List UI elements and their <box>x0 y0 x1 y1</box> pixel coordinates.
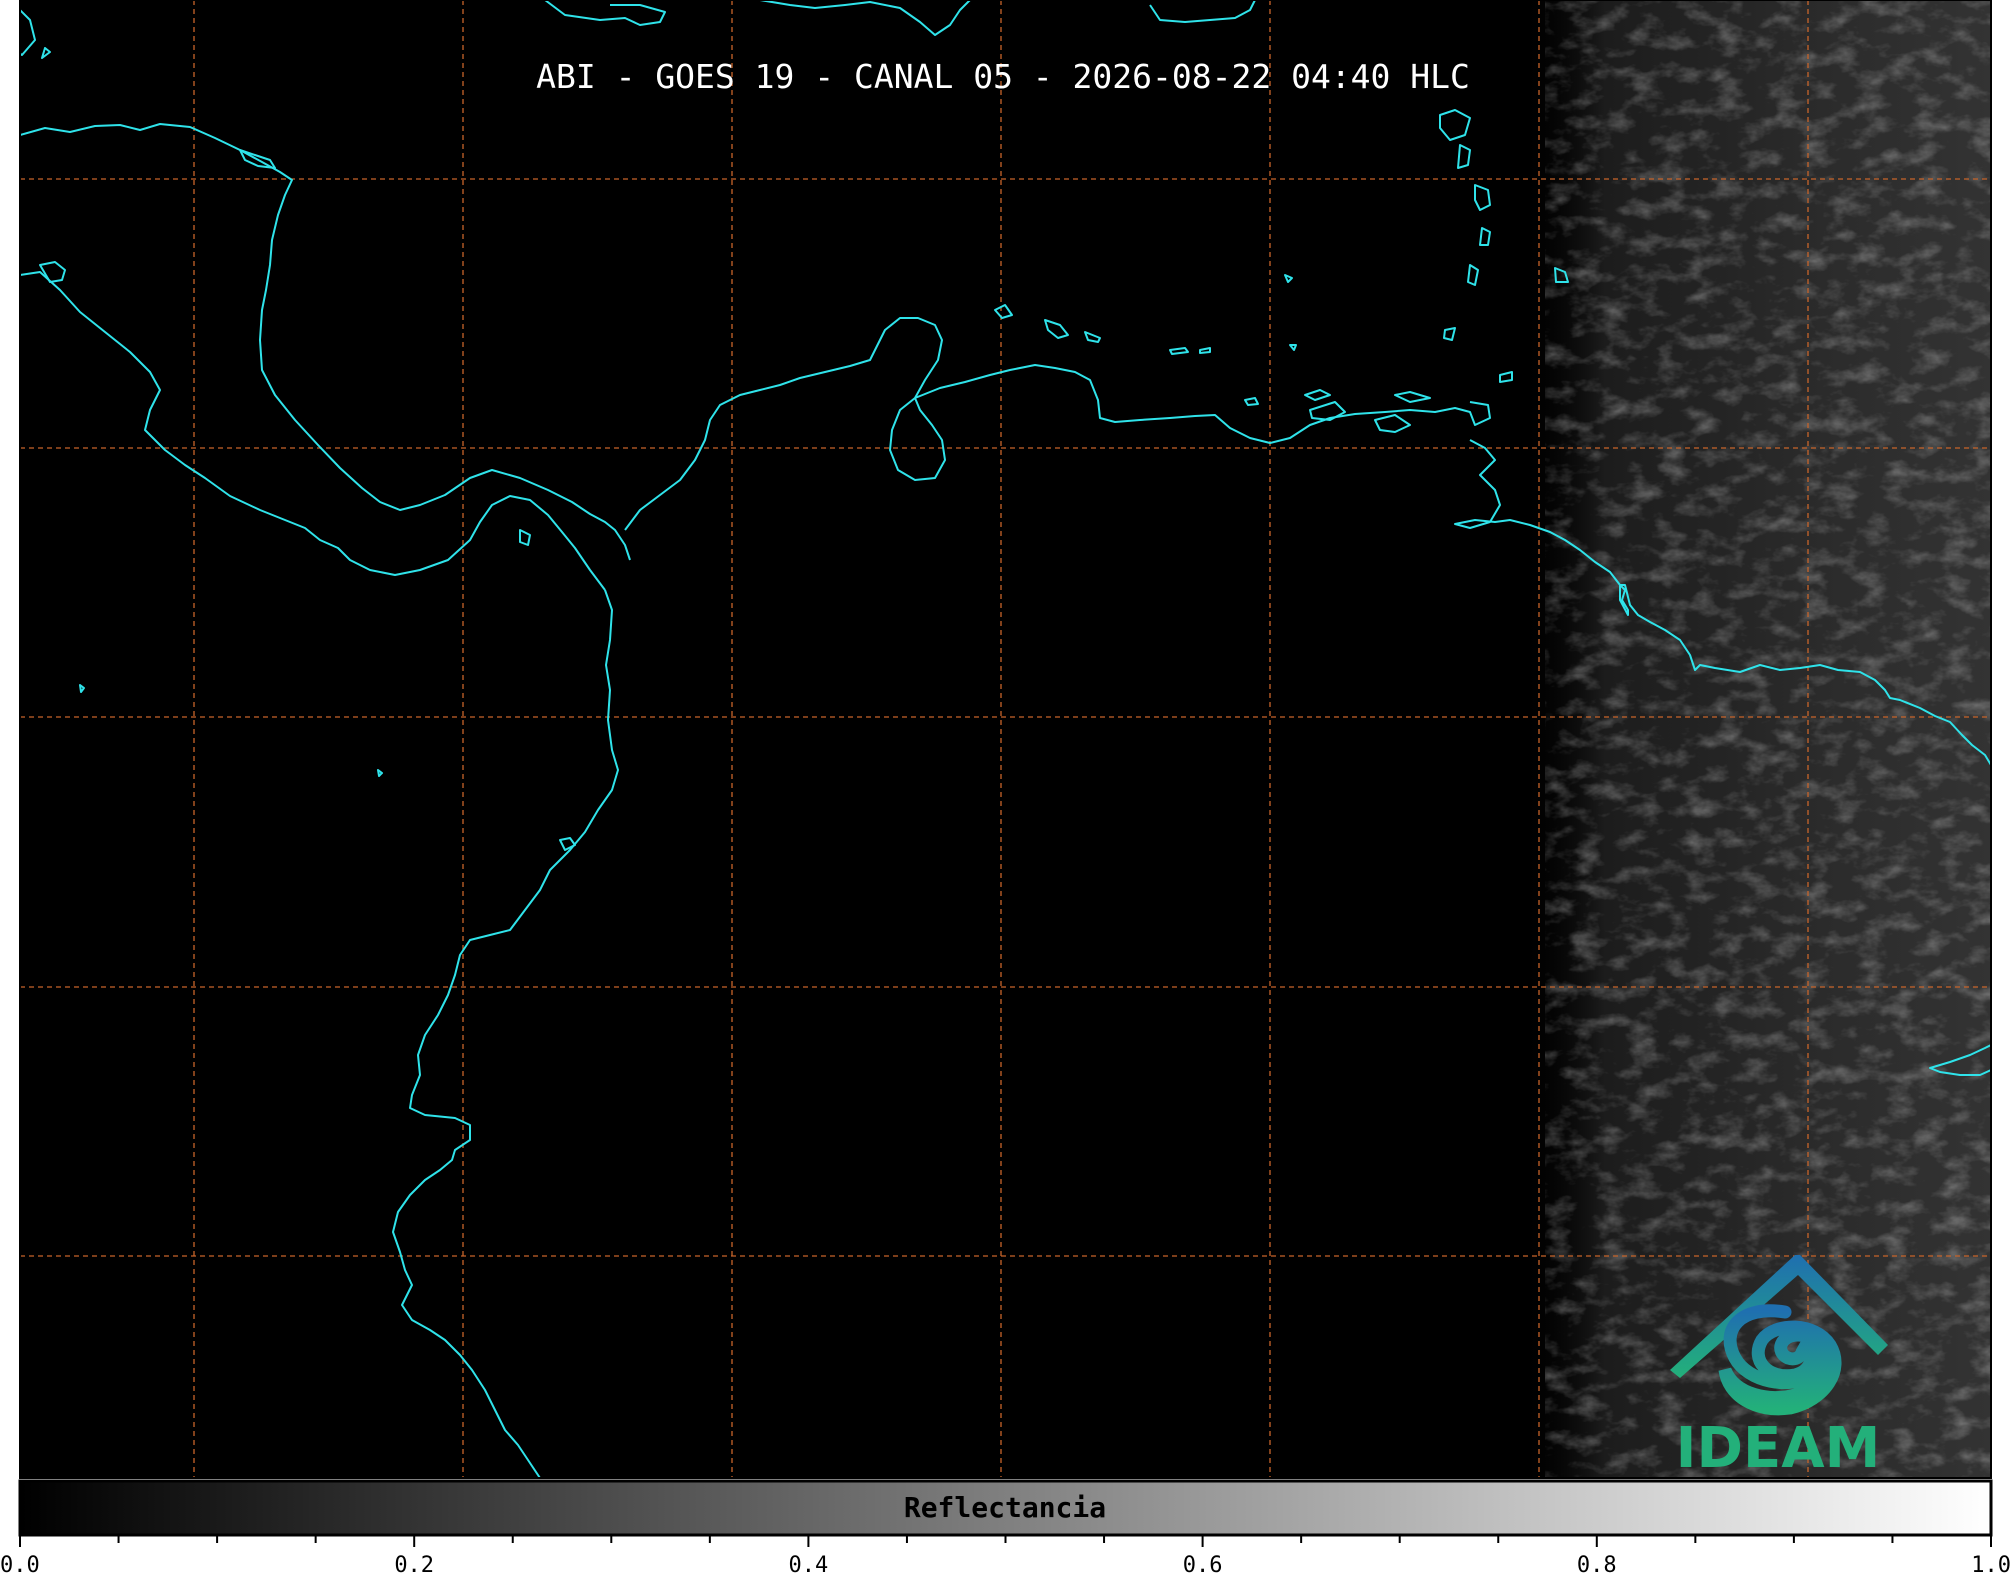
colorbar-tick-labels: 0.0 0.2 0.4 0.6 0.8 1.0 <box>0 1553 2011 1577</box>
colorbar-tick-label: 0.6 <box>1183 1553 1223 1577</box>
colorbar-label: Reflectancia <box>904 1491 1106 1524</box>
colorbar-tick-label: 0.2 <box>394 1553 434 1577</box>
satellite-map-figure: ABI - GOES 19 - CANAL 05 - 2026-08-22 04… <box>0 0 2011 1577</box>
colorbar-ticks <box>19 1535 1992 1547</box>
colorbar-tick-label: 0.8 <box>1577 1553 1617 1577</box>
colorbar-tick-label: 0.0 <box>0 1553 40 1577</box>
colorbar-tick-label: 1.0 <box>1971 1553 2011 1577</box>
map-canvas: ABI - GOES 19 - CANAL 05 - 2026-08-22 04… <box>0 0 2011 1577</box>
ideam-logo-text: IDEAM <box>1676 1416 1881 1481</box>
map-area: ABI - GOES 19 - CANAL 05 - 2026-08-22 04… <box>20 0 1991 1481</box>
colorbar-tick-label: 0.4 <box>789 1553 829 1577</box>
map-title: ABI - GOES 19 - CANAL 05 - 2026-08-22 04… <box>536 57 1470 96</box>
colorbar: Reflectancia 0.0 0.2 0.4 0.6 0.8 1.0 <box>0 1479 2011 1577</box>
